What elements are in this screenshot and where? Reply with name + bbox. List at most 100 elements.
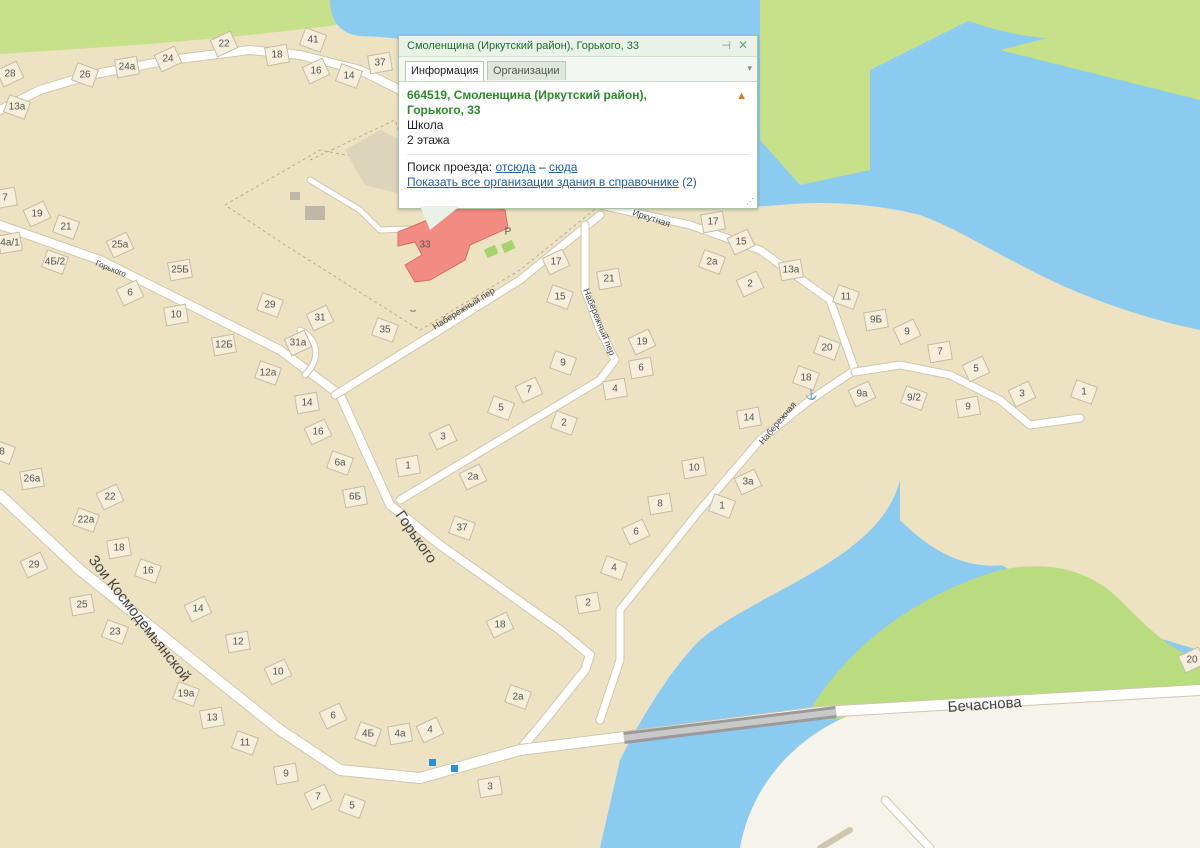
entrance-icon: ⇔ <box>408 305 418 316</box>
house-number: 18 <box>494 620 506 631</box>
house-number: 19 <box>31 209 43 220</box>
building[interactable]: 14 <box>736 406 762 430</box>
house-number: 6 <box>638 363 644 374</box>
house-number: 5 <box>498 403 504 414</box>
house-number: 26 <box>79 70 91 81</box>
building[interactable]: 10 <box>681 456 707 480</box>
info-popup[interactable]: Смоленщина (Иркутский район), Горького, … <box>398 35 758 209</box>
building-type: Школа <box>407 118 444 132</box>
house-number: 8 <box>657 499 663 510</box>
building[interactable]: 3 <box>477 775 503 799</box>
building[interactable]: 7 <box>0 186 18 210</box>
building[interactable]: 4а/1 <box>0 231 23 255</box>
building[interactable]: 24а <box>114 55 140 79</box>
house-number: 21 <box>603 274 615 285</box>
house-number: 24 <box>162 54 174 65</box>
house-number: 1 <box>719 501 725 512</box>
building[interactable]: 4а <box>387 722 413 746</box>
house-number: 2а <box>512 692 524 703</box>
building[interactable]: 9Б <box>863 308 889 332</box>
orgs-row: Показать все организации здания в справо… <box>407 175 749 190</box>
building[interactable]: 25 <box>69 593 95 617</box>
building[interactable]: 12Б <box>211 333 237 357</box>
house-number: 3 <box>1019 389 1025 400</box>
building[interactable]: 6Б <box>342 485 368 509</box>
pin-icon[interactable]: ⊣ <box>721 39 731 52</box>
house-number: 15 <box>735 237 747 248</box>
bus-stop-icon[interactable] <box>429 759 436 766</box>
house-number: 7 <box>2 193 8 204</box>
building[interactable]: 21 <box>596 267 622 291</box>
building[interactable]: 2 <box>575 591 601 615</box>
pier-icon: ⚓ <box>805 388 817 401</box>
house-number: 29 <box>28 560 40 571</box>
house-number: 9 <box>965 402 971 413</box>
building[interactable]: 9 <box>955 395 981 419</box>
house-number: 16 <box>310 66 322 77</box>
organizations-count: (2) <box>682 175 697 189</box>
house-number: 10 <box>272 667 284 678</box>
tabs-menu-icon[interactable]: ▾ <box>747 63 752 74</box>
house-number: 18 <box>113 543 125 554</box>
house-number: 14 <box>192 604 204 615</box>
house-number: 1 <box>1081 387 1087 398</box>
house-number: 20 <box>821 343 833 354</box>
house-number: 11 <box>841 292 852 303</box>
popup-title: Смоленщина (Иркутский район), Горького, … <box>407 40 639 52</box>
building[interactable]: 25Б <box>167 258 193 282</box>
building[interactable]: 9 <box>273 762 299 786</box>
building[interactable]: 13а <box>778 258 804 282</box>
tab-info[interactable]: Информация <box>405 61 485 81</box>
house-number: 1 <box>405 461 411 472</box>
building[interactable]: 7 <box>927 340 953 364</box>
warning-icon[interactable]: ▲ <box>736 90 747 102</box>
house-number: 29 <box>264 300 276 311</box>
building[interactable]: 12 <box>225 630 251 654</box>
building[interactable]: 14 <box>294 391 320 415</box>
building[interactable]: 1 <box>395 454 421 478</box>
house-number: 19 <box>636 337 648 348</box>
house-number: 9/2 <box>907 393 921 404</box>
house-number: 13 <box>206 713 218 724</box>
house-number: 2 <box>561 418 567 429</box>
house-number: 5 <box>349 801 355 812</box>
building[interactable]: 18 <box>264 43 290 67</box>
house-number: 17 <box>550 257 562 268</box>
house-number: 31а <box>290 338 307 349</box>
house-number: 26а <box>24 474 41 485</box>
house-number: 4Б <box>362 729 375 740</box>
building[interactable]: 10 <box>163 303 189 327</box>
show-organizations-link[interactable]: Показать все организации здания в справо… <box>407 175 679 189</box>
house-number: 6 <box>127 288 133 299</box>
house-number: 10 <box>688 463 700 474</box>
resize-handle-icon[interactable]: ⋰ <box>746 197 754 206</box>
bus-stop-icon[interactable] <box>451 765 458 772</box>
house-number: 25а <box>112 240 129 251</box>
house-number: 4а/1 <box>0 238 20 249</box>
address-line2: Горького, 33 <box>407 103 481 117</box>
building[interactable]: 4 <box>602 377 628 401</box>
house-number: 6а <box>334 458 346 469</box>
popup-header: Смоленщина (Иркутский район), Горького, … <box>399 36 757 57</box>
popup-pointer <box>420 206 460 230</box>
building[interactable]: 17 <box>700 210 726 234</box>
building[interactable]: 26а <box>19 467 45 491</box>
popup-tabs: Информация Организации ▾ <box>399 57 757 82</box>
route-from-link[interactable]: отсюда <box>495 160 535 174</box>
route-to-link[interactable]: сюда <box>549 160 577 174</box>
house-number: 9Б <box>870 315 883 326</box>
tab-organizations[interactable]: Организации <box>487 61 566 80</box>
house-number: 15 <box>554 292 566 303</box>
building[interactable]: 6 <box>628 356 654 380</box>
building[interactable]: 13 <box>199 706 225 730</box>
route-dash: – <box>538 160 546 174</box>
close-icon[interactable]: ✕ <box>738 38 748 52</box>
house-number: 12а <box>260 368 277 379</box>
house-number: 2 <box>585 598 591 609</box>
building[interactable]: 8 <box>647 492 673 516</box>
address-line1: 664519, Смоленщина (Иркутский район), <box>407 88 647 102</box>
house-number: 37 <box>374 58 386 69</box>
divider <box>407 154 749 155</box>
building[interactable]: 18 <box>106 536 132 560</box>
building[interactable]: 37 <box>367 51 393 75</box>
